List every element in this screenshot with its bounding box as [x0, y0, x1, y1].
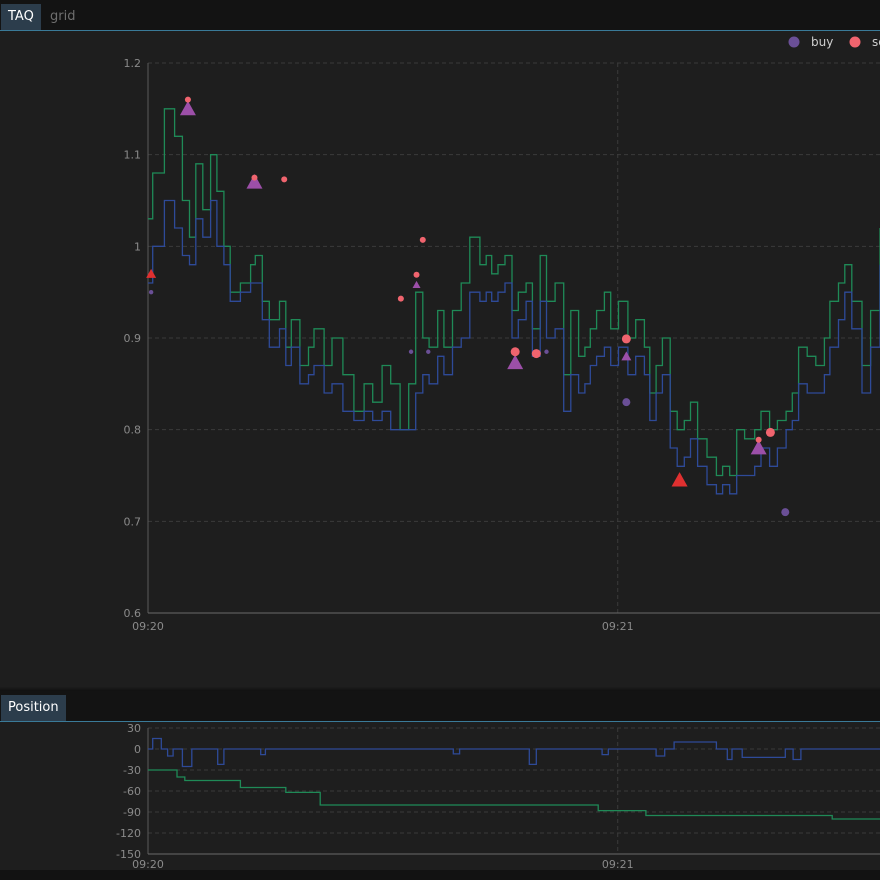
y-tick-label: 1 [134, 240, 141, 253]
purple-triangle-marker [507, 354, 524, 370]
series-line-0 [148, 108, 880, 477]
buy-point [426, 349, 431, 354]
sell-point [765, 427, 775, 437]
y-tick-label: 0.7 [124, 515, 142, 528]
sell-point [510, 347, 520, 357]
purple-triangle-marker [412, 280, 421, 289]
x-tick-label: 09:21 [602, 858, 634, 870]
x-tick-label: 09:21 [602, 620, 634, 633]
y-tick-label: -30 [123, 764, 141, 777]
x-tick-label: 09:20 [132, 858, 164, 870]
y-tick-label: 0.6 [124, 607, 142, 620]
legend-sell-label: se [872, 35, 880, 49]
red-triangle-marker [671, 472, 688, 487]
y-tick-label: -60 [123, 785, 141, 798]
buy-point [622, 398, 631, 407]
sell-point [531, 349, 541, 359]
tab-taq[interactable]: TAQ [1, 4, 41, 30]
taq-chart-pane: 0.6 0.7 0.8 0.9 1 1.1 1.2 09:20 09:21 buy se [0, 31, 880, 687]
sell-point [397, 295, 404, 302]
purple-triangle-marker [179, 100, 196, 116]
tab-grid[interactable]: grid [43, 4, 82, 30]
buy-point [544, 349, 549, 354]
y-tick-label: 0.9 [124, 332, 142, 345]
sell-point [251, 174, 258, 181]
sell-point [413, 271, 420, 278]
position-chart: 300-30-60-90-120-15009:20 09:21 [116, 722, 880, 871]
y-tick-label: -120 [116, 827, 141, 840]
x-tick-label: 09:20 [132, 620, 164, 633]
series-line-1 [148, 199, 880, 495]
y-tick-label: 1.1 [124, 149, 142, 162]
y-tick-label: 1.2 [124, 57, 142, 70]
buy-point [408, 349, 414, 354]
legend-sell-swatch [849, 36, 861, 48]
sell-point [281, 176, 288, 183]
buy-point [781, 508, 790, 517]
taq-chart: 0.6 0.7 0.8 0.9 1 1.1 1.2 09:20 09:21 buy se [124, 35, 880, 633]
taq-tabbar: TAQ grid [0, 0, 880, 31]
sell-point [184, 96, 191, 103]
horizontal-scrollbar[interactable] [0, 870, 880, 880]
legend-buy-label: buy [811, 35, 833, 49]
legend-buy-swatch [788, 36, 800, 48]
sell-point [621, 334, 631, 344]
sell-point [419, 236, 426, 243]
y-tick-label: 0 [134, 743, 141, 756]
y-tick-label: 30 [127, 722, 141, 735]
position-chart-pane: 30 0 -30 -60 -90 -120 -150 09:20 09:21 [0, 722, 880, 871]
buy-point [148, 289, 154, 295]
y-tick-label: -90 [123, 806, 141, 819]
purple-triangle-marker [621, 351, 632, 361]
series-line-0 [148, 737, 880, 768]
y-tick-label: 0.8 [124, 424, 142, 437]
tab-position[interactable]: Position [1, 695, 66, 721]
position-tabbar: Position [0, 691, 880, 722]
sell-point [755, 436, 762, 443]
